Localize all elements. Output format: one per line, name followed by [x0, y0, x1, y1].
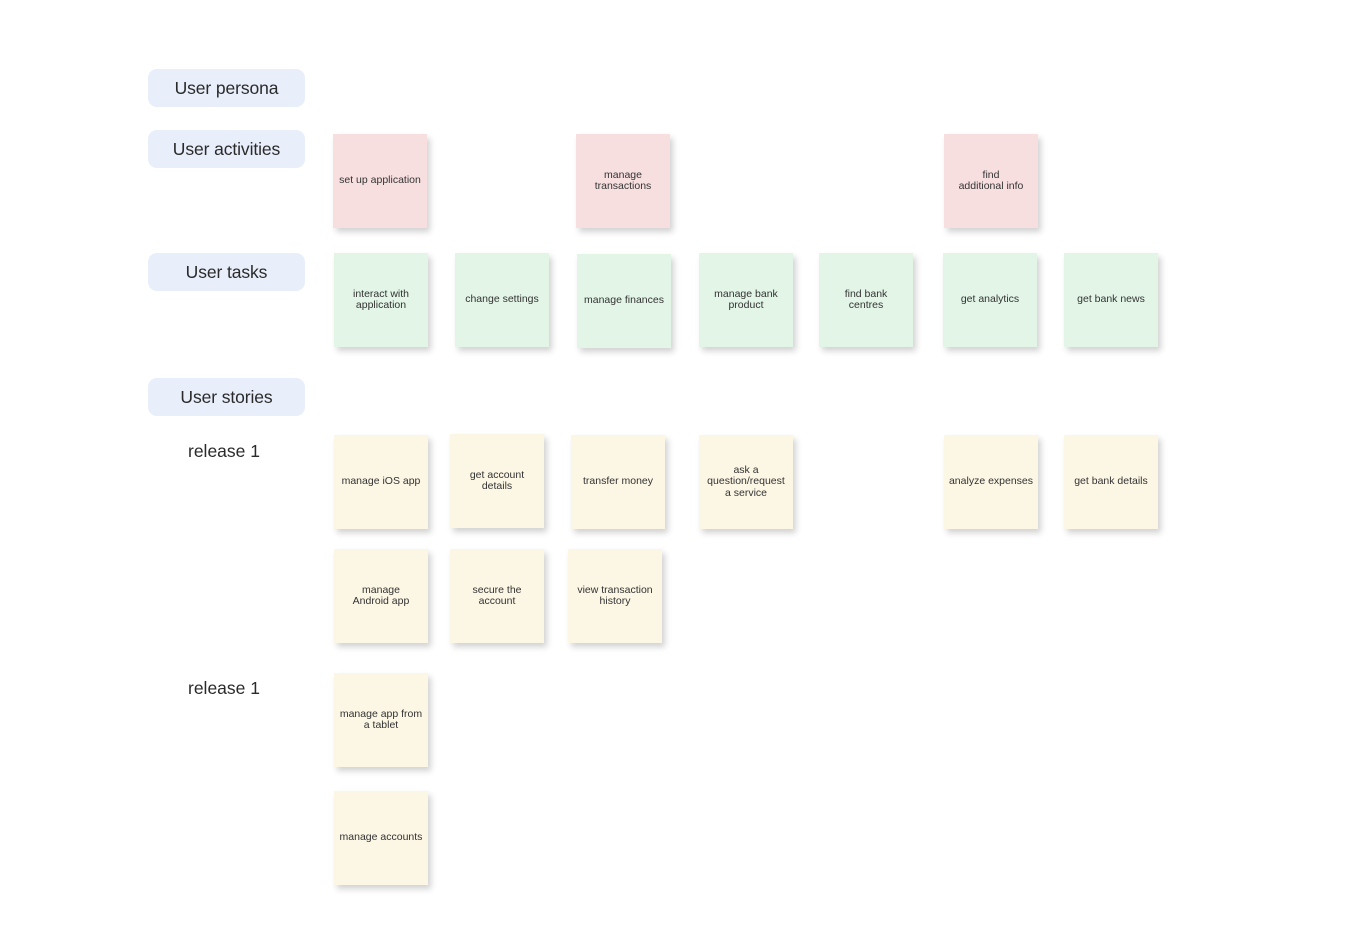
- sticky-text: transfer money: [582, 475, 654, 488]
- story-sticky[interactable]: manage accounts: [334, 791, 428, 885]
- sticky-text: get account details: [469, 468, 525, 492]
- story-sticky[interactable]: ask a question/request a service: [699, 435, 793, 529]
- story-sticky[interactable]: manage Android app: [334, 549, 428, 643]
- story-sticky[interactable]: manage iOS app: [334, 435, 428, 529]
- sticky-text: manage app from a tablet: [339, 707, 423, 731]
- sticky-text: analyze expenses: [948, 475, 1034, 488]
- label-user-persona: User persona: [148, 69, 305, 107]
- sticky-text: secure the account: [472, 583, 522, 607]
- story-sticky[interactable]: manage app from a tablet: [334, 673, 428, 767]
- sticky-text: get bank details: [1074, 475, 1148, 488]
- sticky-text: manage transactions: [594, 168, 652, 192]
- task-sticky[interactable]: manage finances: [577, 254, 671, 348]
- story-sticky[interactable]: analyze expenses: [944, 435, 1038, 529]
- label-user-activities: User activities: [148, 130, 305, 168]
- sticky-text: manage accounts: [339, 831, 423, 844]
- task-sticky[interactable]: find bank centres: [819, 253, 913, 347]
- sticky-text: find bank centres: [844, 287, 888, 311]
- sticky-text: manage iOS app: [341, 475, 421, 488]
- sticky-text: change settings: [465, 293, 539, 306]
- sticky-text: manage finances: [584, 294, 664, 307]
- sticky-text: get analytics: [960, 293, 1020, 306]
- task-sticky[interactable]: change settings: [455, 253, 549, 347]
- story-sticky[interactable]: transfer money: [571, 435, 665, 529]
- sticky-text: ask a question/request a service: [707, 463, 785, 499]
- activity-sticky[interactable]: manage transactions: [576, 134, 670, 228]
- task-sticky[interactable]: manage bank product: [699, 253, 793, 347]
- sticky-text: find additional info: [958, 168, 1024, 192]
- sticky-text: get bank news: [1077, 293, 1145, 306]
- sticky-text: manage bank product: [714, 287, 778, 311]
- activity-sticky[interactable]: find additional info: [944, 134, 1038, 228]
- activity-sticky[interactable]: set up application: [333, 134, 427, 228]
- story-sticky[interactable]: get bank details: [1064, 435, 1158, 529]
- label-user-stories: User stories: [148, 378, 305, 416]
- story-sticky[interactable]: get account details: [450, 434, 544, 528]
- label-user-tasks: User tasks: [148, 253, 305, 291]
- story-sticky[interactable]: secure the account: [450, 549, 544, 643]
- task-sticky[interactable]: interact with application: [334, 253, 428, 347]
- release-label: release 1: [188, 441, 260, 461]
- sticky-text: set up application: [339, 174, 421, 187]
- task-sticky[interactable]: get bank news: [1064, 253, 1158, 347]
- sticky-text: manage Android app: [352, 583, 410, 607]
- release-label: release 1: [188, 678, 260, 698]
- story-sticky[interactable]: view transaction history: [568, 549, 662, 643]
- sticky-text: view transaction history: [577, 583, 653, 607]
- sticky-text: interact with application: [352, 287, 410, 311]
- task-sticky[interactable]: get analytics: [943, 253, 1037, 347]
